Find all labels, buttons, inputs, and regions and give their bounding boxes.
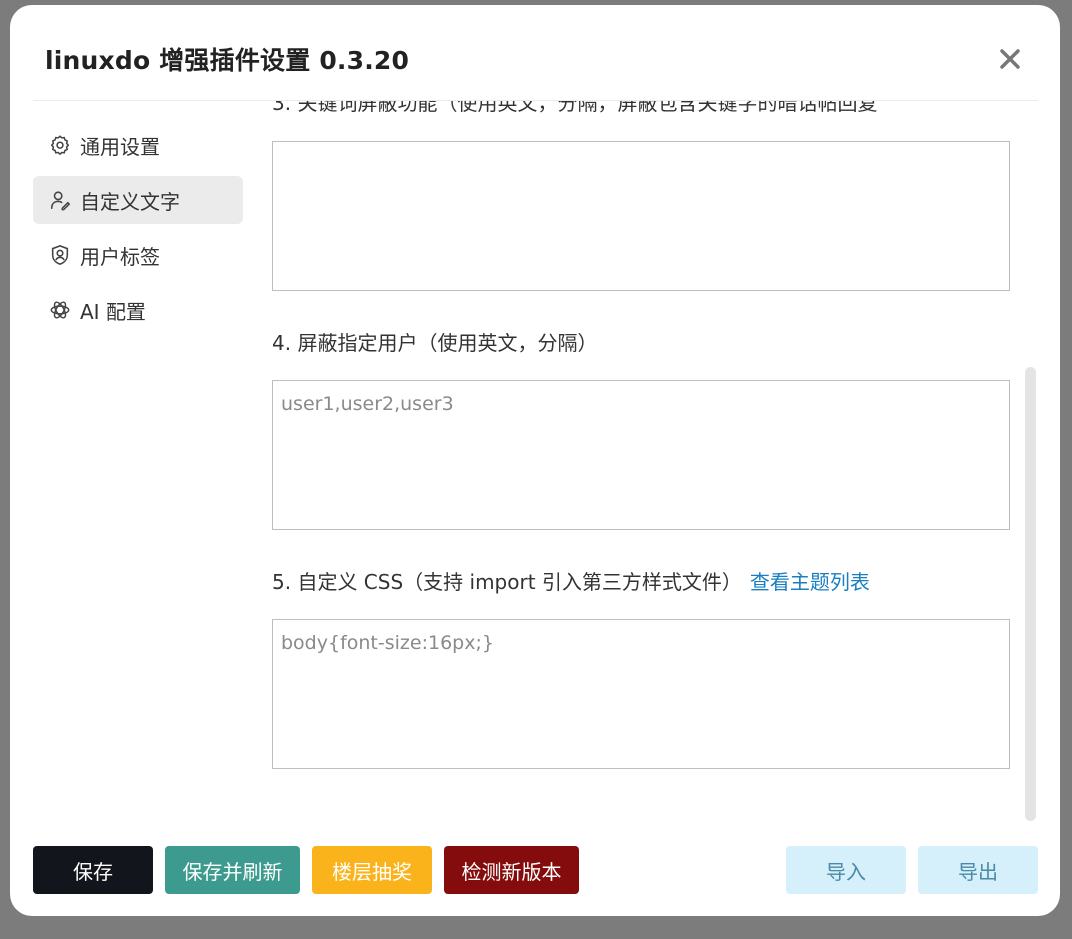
check-update-button[interactable]: 检测新版本: [444, 846, 579, 894]
user-badge-icon: [51, 245, 69, 265]
sidebar-item-ai-config[interactable]: AI 配置: [33, 286, 243, 334]
sidebar-item-label: 通用设置: [80, 134, 160, 159]
block-users-label: 4. 屏蔽指定用户（使用英文，分隔）: [272, 331, 598, 355]
sidebar-item-label: AI 配置: [80, 299, 146, 324]
sidebar-item-user-tags[interactable]: 用户标签: [33, 231, 243, 279]
export-button[interactable]: 导出: [918, 846, 1038, 894]
keyword-block-textarea[interactable]: [272, 141, 1010, 291]
ai-knot-icon: [50, 301, 70, 319]
sidebar-item-label: 自定义文字: [80, 189, 180, 214]
modal-title: linuxdo 增强插件设置 0.3.20: [45, 46, 410, 75]
import-button[interactable]: 导入: [786, 846, 906, 894]
sidebar-item-label: 用户标签: [80, 244, 160, 269]
save-and-refresh-button[interactable]: 保存并刷新: [165, 846, 300, 894]
save-button[interactable]: 保存: [33, 846, 153, 894]
close-button[interactable]: [996, 45, 1024, 73]
settings-content: 3. 关键词屏蔽功能（使用英文，分隔，屏蔽包含关键字的暗话帖回复 4. 屏蔽指定…: [272, 101, 1022, 821]
custom-css-textarea[interactable]: [272, 619, 1010, 769]
theme-list-link[interactable]: 查看主题列表: [750, 570, 870, 594]
sidebar: 通用设置 自定义文字 用户标签 AI 配置: [33, 121, 243, 341]
gear-icon: [50, 135, 70, 156]
settings-modal: linuxdo 增强插件设置 0.3.20 通用设置 自定义文字 用户标签 AI…: [10, 5, 1060, 916]
keyword-block-label: 3. 关键词屏蔽功能（使用英文，分隔，屏蔽包含关键字的暗话帖回复: [272, 101, 878, 115]
content-scrollbar[interactable]: [1025, 367, 1036, 821]
close-icon: [1000, 49, 1020, 69]
custom-css-label: 5. 自定义 CSS（支持 import 引入第三方样式文件） 查看主题列表: [272, 566, 870, 595]
block-users-textarea[interactable]: [272, 380, 1010, 530]
sidebar-item-custom-text[interactable]: 自定义文字: [33, 176, 243, 224]
custom-css-label-text: 5. 自定义 CSS（支持 import 引入第三方样式文件）: [272, 570, 742, 594]
user-edit-icon: [50, 191, 71, 211]
floor-lottery-button[interactable]: 楼层抽奖: [312, 846, 432, 894]
sidebar-item-general[interactable]: 通用设置: [33, 121, 243, 169]
